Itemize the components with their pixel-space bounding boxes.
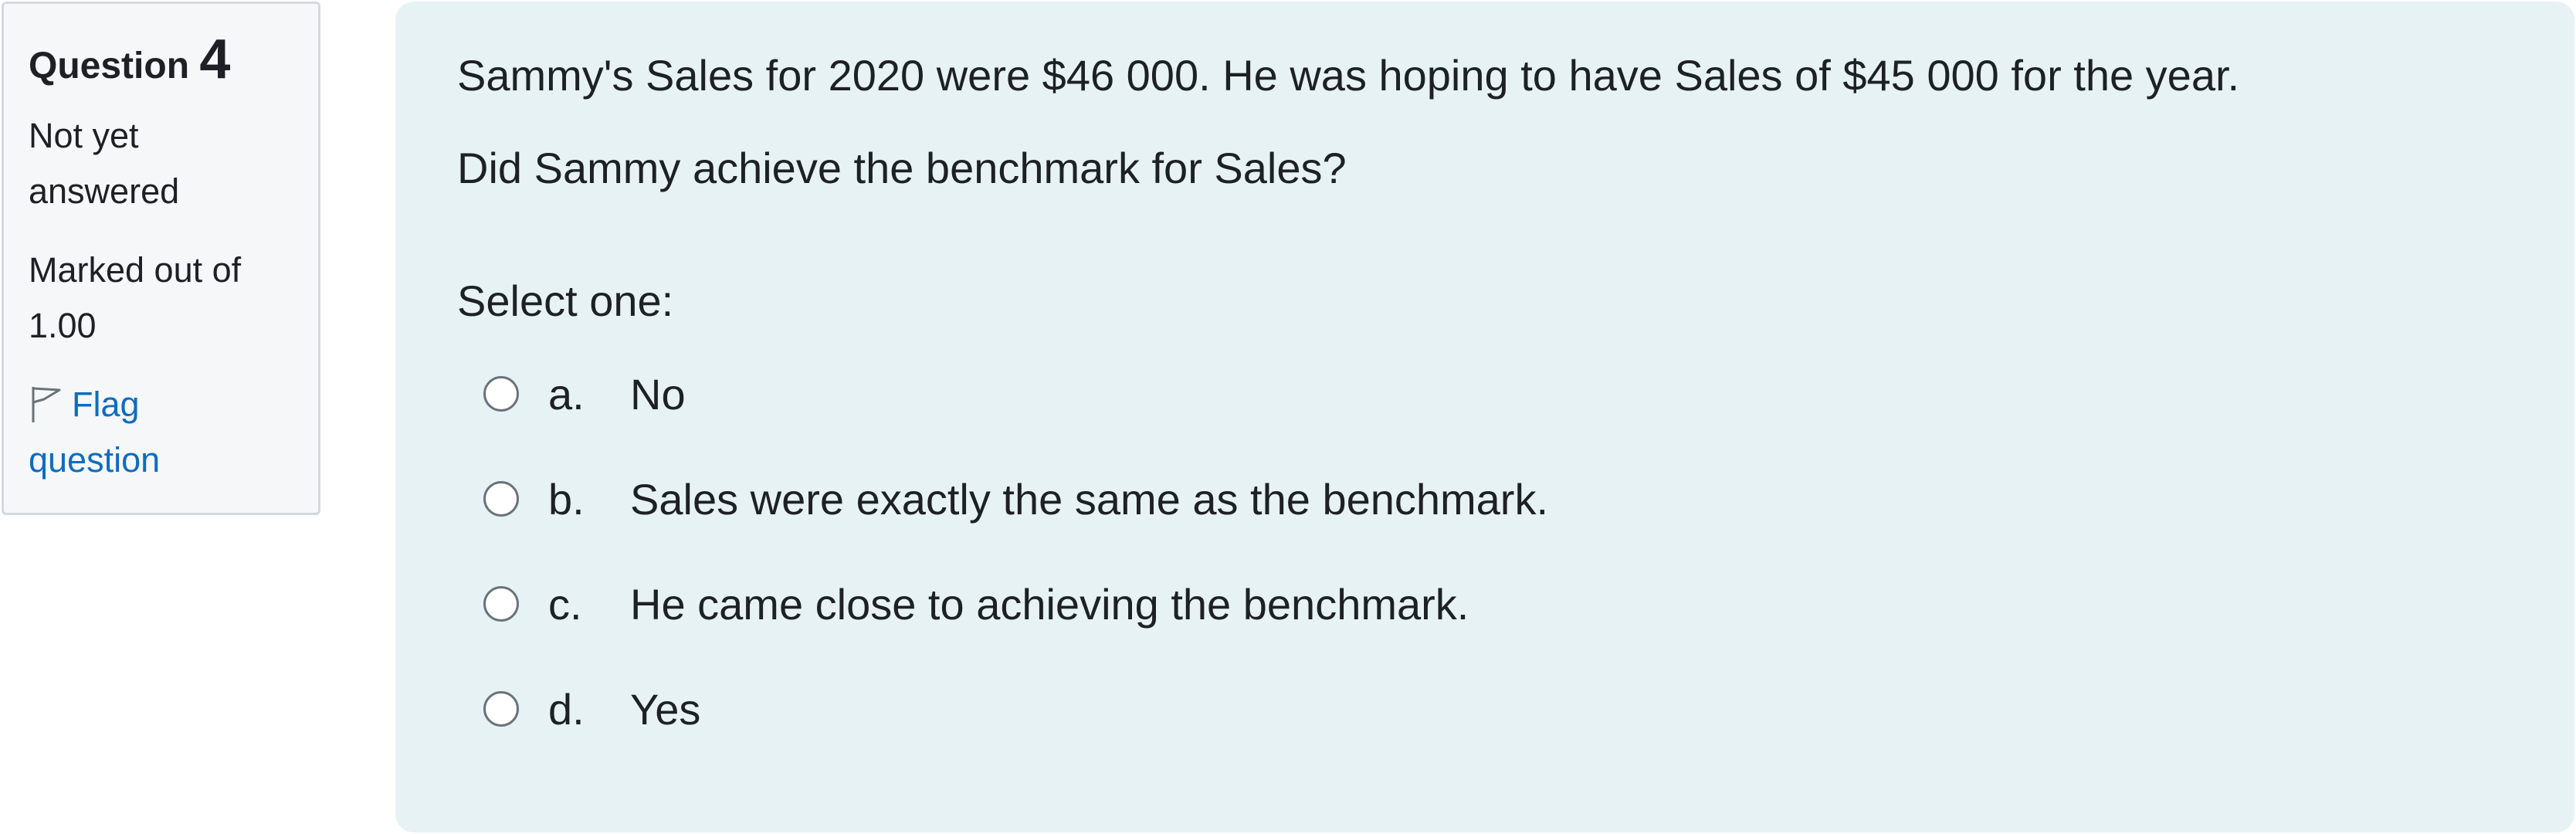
- question-label: Question: [29, 46, 190, 86]
- answer-options: a. No b. Sales were exactly the same as …: [457, 363, 2574, 740]
- answer-option-d[interactable]: d. Yes: [483, 678, 2574, 740]
- question-number-heading: Question 4: [29, 32, 293, 93]
- answer-text: No: [630, 369, 686, 419]
- answer-option-c[interactable]: c. He came close to achieving the benchm…: [483, 573, 2574, 635]
- answer-text: Yes: [630, 684, 701, 734]
- answer-option-b[interactable]: b. Sales were exactly the same as the be…: [483, 468, 2574, 530]
- question-state: Not yet answered: [29, 116, 180, 211]
- answer-text: Sales were exactly the same as the bench…: [630, 474, 1549, 524]
- radio-button-a[interactable]: [483, 376, 519, 412]
- flag-icon: [29, 384, 63, 424]
- answer-letter: c.: [548, 579, 582, 629]
- select-one-prompt: Select one:: [457, 276, 674, 325]
- answer-text: He came close to achieving the benchmark…: [630, 579, 1469, 629]
- question-text-line-1: Sammy's Sales for 2020 were $46 000. He …: [457, 51, 2240, 100]
- question-number: 4: [199, 29, 231, 90]
- question-text-line-2: Did Sammy achieve the benchmark for Sale…: [457, 144, 1347, 192]
- answer-letter: a.: [548, 369, 585, 419]
- question-text: Sammy's Sales for 2020 were $46 000. He …: [457, 45, 2574, 199]
- question-content: Sammy's Sales for 2020 were $46 000. He …: [395, 2, 2574, 832]
- radio-button-d[interactable]: [483, 691, 519, 727]
- radio-button-b[interactable]: [483, 481, 519, 517]
- radio-button-c[interactable]: [483, 586, 519, 622]
- answer-letter: d.: [548, 684, 585, 734]
- answer-option-a[interactable]: a. No: [483, 363, 2574, 425]
- flag-question-link[interactable]: Flag question: [29, 377, 260, 488]
- answer-letter: b.: [548, 474, 585, 524]
- question-info-panel: Question 4 Not yet answered Marked out o…: [2, 2, 320, 515]
- question-grade: Marked out of 1.00: [29, 250, 242, 345]
